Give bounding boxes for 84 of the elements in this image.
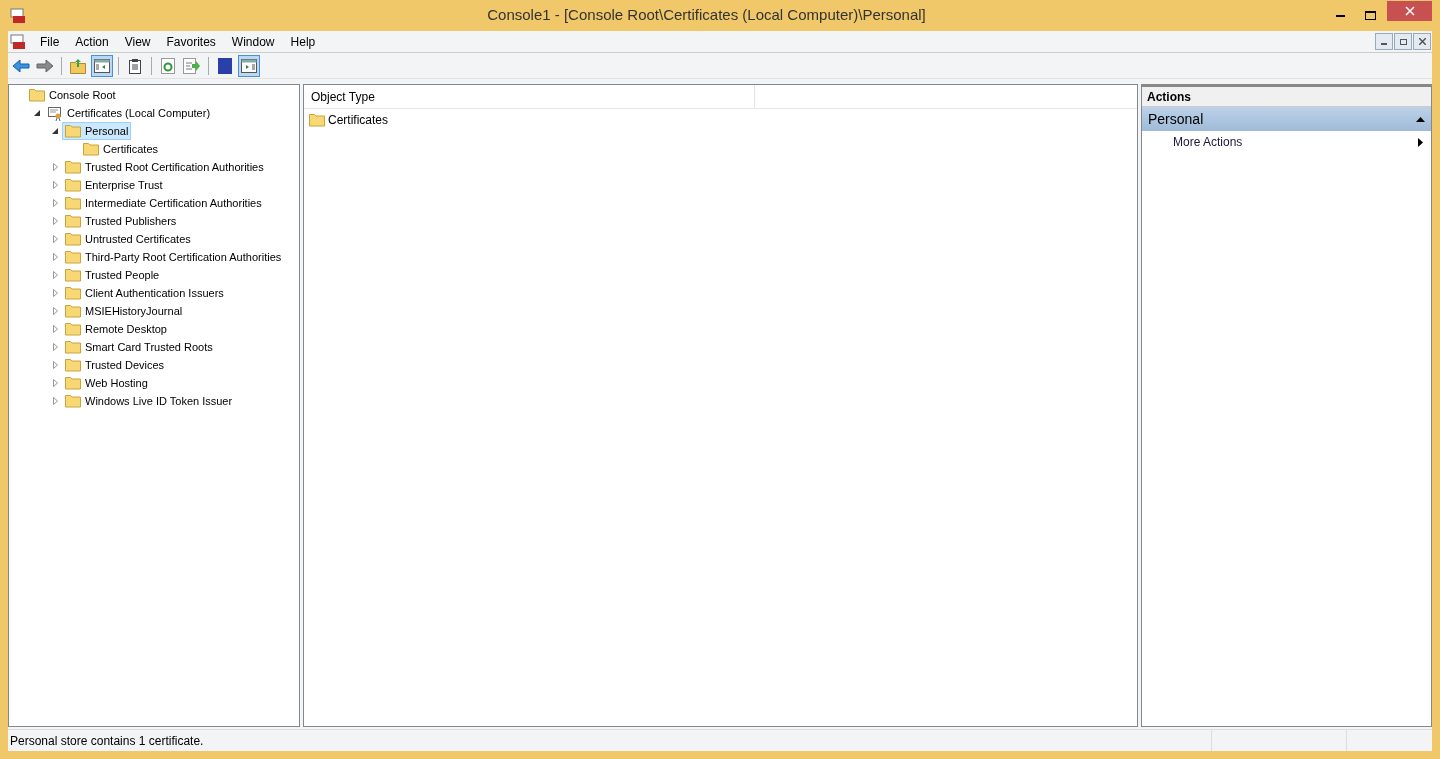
folder-icon [65,340,81,354]
tree-item[interactable]: Enterprise Trust [62,176,166,194]
tree-item[interactable]: Trusted Root Certification Authorities [62,158,267,176]
console-icon[interactable] [10,33,26,50]
back-arrow-icon [12,58,30,73]
child-close-button[interactable] [1413,33,1431,50]
folder-icon [65,322,81,336]
expanded-arrow-icon[interactable] [52,128,58,134]
folder-icon [65,160,81,174]
collapsed-arrow-icon[interactable] [52,217,58,225]
child-restore-button[interactable] [1394,33,1412,50]
tree-item[interactable]: Client Authentication Issuers [62,284,227,302]
collapsed-arrow-icon[interactable] [52,181,58,189]
column-header[interactable]: Object Type [304,85,755,108]
menu-item[interactable]: View [116,32,159,51]
folder-icon [65,358,81,372]
collapse-arrow-icon [1416,116,1425,122]
folder-icon [65,286,81,300]
child-minimize-button[interactable] [1375,33,1393,50]
folder-icon [65,178,81,192]
collapsed-arrow-icon[interactable] [52,253,58,261]
tree-item[interactable]: Intermediate Certification Authorities [62,194,265,212]
menu-item[interactable]: File [32,32,68,51]
folder-icon [65,232,81,246]
tree-item[interactable]: Web Hosting [62,374,151,392]
folder-icon [65,304,81,318]
status-text: Personal store contains 1 certificate. [9,732,205,750]
tree-item[interactable]: Trusted People [62,266,163,284]
collapsed-arrow-icon[interactable] [52,271,58,279]
folder-icon [65,124,81,138]
close-icon [1404,5,1415,16]
collapsed-arrow-icon[interactable] [52,379,58,387]
folder-icon [65,250,81,264]
tree-item[interactable]: Certificates [80,140,162,158]
collapsed-arrow-icon[interactable] [52,307,58,315]
collapsed-arrow-icon[interactable] [52,397,58,405]
actions-header: Actions [1142,87,1431,107]
refresh-icon [161,57,175,74]
toolbar-button[interactable] [91,54,113,77]
tree-item[interactable]: Third-Party Root Certification Authorities [62,248,285,266]
expanded-arrow-icon[interactable] [34,110,40,116]
folder-icon [65,214,81,228]
tree-item[interactable]: MSIEHistoryJournal [62,302,186,320]
menu-item[interactable]: Favorites [158,32,224,51]
collapsed-arrow-icon[interactable] [52,235,58,243]
collapsed-arrow-icon[interactable] [52,163,58,171]
collapsed-arrow-icon[interactable] [52,289,58,297]
clipboard-icon [128,57,142,74]
folder-icon [65,196,81,210]
window-title: Console1 - [Console Root\Certificates (Local Computer)\Personal] [486,5,927,26]
action-section-header[interactable]: Personal [1142,107,1431,131]
folder-icon [65,268,81,282]
close-icon [1418,38,1426,45]
up-folder-icon [70,57,86,74]
toolbar-button[interactable] [238,54,260,77]
menu-item[interactable]: Help [282,32,324,51]
folder-icon [83,142,99,156]
tree-item[interactable]: Smart Card Trusted Roots [62,338,216,356]
tree-item[interactable]: Console Root [26,86,119,104]
folder-icon [65,394,81,408]
collapsed-arrow-icon[interactable] [52,325,58,333]
folder-icon [309,112,325,127]
collapsed-arrow-icon[interactable] [52,343,58,351]
forward-arrow-icon [36,58,54,73]
tree-item[interactable]: Trusted Devices [62,356,168,374]
tree-item[interactable]: Windows Live ID Token Issuer [62,392,236,410]
list-item[interactable]: Certificates [304,110,394,129]
menu-item[interactable]: Action [67,32,117,51]
tree-item[interactable]: Untrusted Certificates [62,230,194,248]
folder-icon [65,376,81,390]
tree-item[interactable]: Trusted Publishers [62,212,180,230]
folder-icon [29,88,45,102]
action-item[interactable]: More Actions [1142,131,1431,153]
tree-item[interactable]: Personal [62,122,132,140]
export-list-icon [183,57,201,74]
app-icon[interactable] [10,7,26,24]
collapsed-arrow-icon[interactable] [52,361,58,369]
certificate-store-icon [47,105,63,121]
tree-pane-icon [94,58,110,73]
tree-item[interactable]: Certificates (Local Computer) [44,104,214,122]
action-pane-icon [241,58,257,73]
tree-item[interactable]: Remote Desktop [62,320,170,338]
collapsed-arrow-icon[interactable] [52,199,58,207]
menu-item[interactable]: Window [223,32,283,51]
